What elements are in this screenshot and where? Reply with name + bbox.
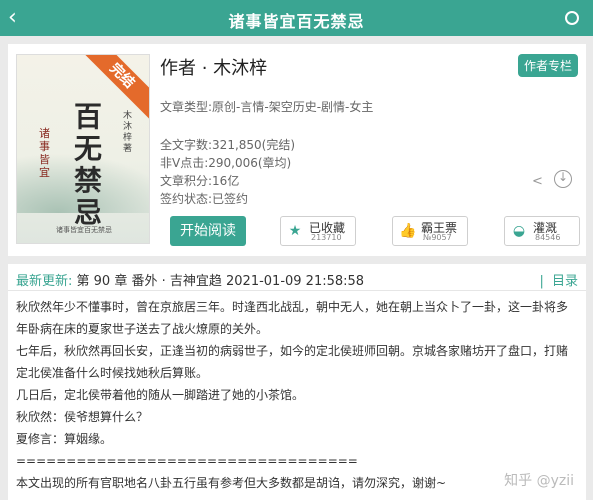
latest-update[interactable]: 最新更新: 第 90 章 番外 · 吉神宜趋 2021-01-09 21:58:…	[16, 270, 364, 289]
irrigate-button[interactable]: ◒ 灌溉 84546	[504, 216, 580, 246]
book-info-card: 完结 诸事皆宜 百无禁忌 木沐梓 著 诸事皆宜百无禁忌 作者 · 木沐梓 作者专…	[8, 44, 586, 256]
irrigate-count: 84546	[535, 233, 561, 242]
synopsis-paragraph: 几日后，定北侯带着他的随从一脚踏进了她的小茶馆。	[16, 388, 305, 402]
cover-subtitle: 诸事皆宜	[39, 127, 50, 179]
directory-label: 目录	[551, 274, 578, 289]
divider-line	[8, 290, 586, 291]
synopsis-paragraph: 本文出现的所有官职地名八卦五行虽有参考但大多数都是胡诌，请勿深究，谢谢~	[16, 476, 447, 490]
latest-update-label: 最新更新:	[16, 274, 73, 289]
top-bar: ‹ 诸事皆宜百无禁忌	[0, 0, 593, 36]
cover-title: 百无禁忌	[73, 100, 102, 229]
book-type: 文章类型:原创-言情-架空历史-剧情-女主	[160, 100, 374, 114]
click-count: 非V点击:290,006(章均)	[160, 156, 292, 170]
synopsis-paragraph: 秋欣然：侯爷想算什么？	[16, 410, 149, 424]
cover-author: 木沐梓 著	[123, 111, 133, 154]
sign-status: 签约状态:已签约	[160, 192, 249, 206]
watering-can-icon: ◒	[512, 223, 526, 239]
ticket-button[interactable]: 👍 霸王票 №9057	[392, 216, 468, 246]
download-icon[interactable]	[554, 170, 572, 188]
thumbs-up-icon: 👍	[399, 223, 417, 239]
cover-footer: 诸事皆宜百无禁忌	[56, 226, 112, 234]
directory-button[interactable]: | 目录	[539, 270, 578, 289]
favorite-button[interactable]: ★ 已收藏 213710	[280, 216, 356, 246]
ticket-count: №9057	[423, 233, 452, 242]
watermark: 知乎 @yzii	[504, 473, 574, 489]
book-cover[interactable]: 完结 诸事皆宜 百无禁忌 木沐梓 著 诸事皆宜百无禁忌	[16, 54, 150, 244]
synopsis: 秋欣然年少不懂事时，曾在京旅居三年。时逢西北战乱，朝中无人，她在朝上当众卜了一卦…	[16, 296, 576, 494]
synopsis-separator: ==================================	[16, 454, 358, 468]
author-column-button[interactable]: 作者专栏	[517, 54, 578, 77]
favorite-count: 213710	[311, 233, 342, 242]
synopsis-paragraph: 七年后，秋欣然再回长安，正逢当初的病弱世子，如今的定北侯班师回朝。京城各家赌坊开…	[16, 344, 569, 380]
synopsis-paragraph: 夏修言：算姻缘。	[16, 432, 113, 446]
synopsis-paragraph: 秋欣然年少不懂事时，曾在京旅居三年。时逢西北战乱，朝中无人，她在朝上当众卜了一卦…	[16, 300, 569, 336]
chapter-section: 最新更新: 第 90 章 番外 · 吉神宜趋 2021-01-09 21:58:…	[8, 264, 586, 500]
article-score: 文章积分:16亿	[160, 174, 240, 188]
more-icon[interactable]	[565, 11, 579, 25]
latest-update-text: 第 90 章 番外 · 吉神宜趋 2021-01-09 21:58:58	[76, 274, 365, 289]
page-title: 诸事皆宜百无禁忌	[228, 12, 365, 31]
author-name[interactable]: 作者 · 木沐梓	[160, 54, 267, 80]
start-reading-button[interactable]: 开始阅读	[170, 216, 246, 246]
star-icon: ★	[288, 223, 302, 239]
share-icon[interactable]: <	[532, 174, 543, 189]
word-count: 全文字数:321,850(完结)	[160, 138, 296, 152]
divider: |	[539, 274, 544, 289]
